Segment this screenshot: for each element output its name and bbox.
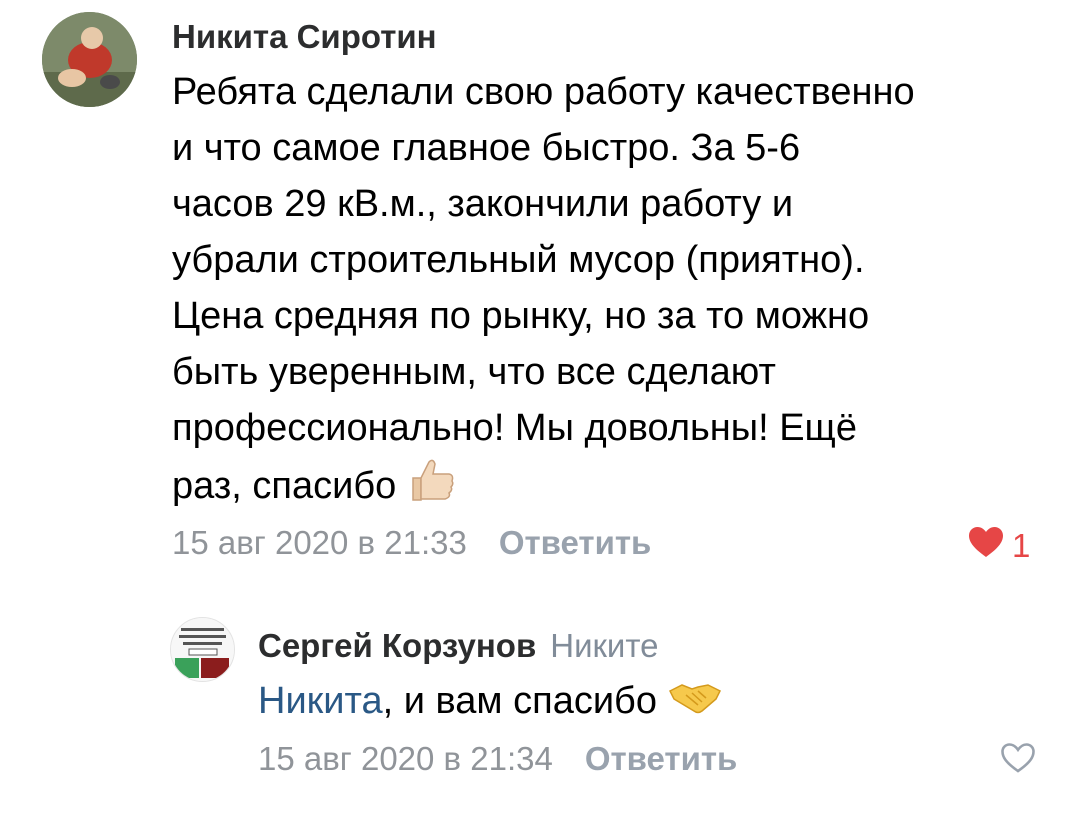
comment-date: 15 авг 2020 в 21:33 xyxy=(172,524,467,561)
comment-author: Сергей Корзунов Никите xyxy=(258,627,658,665)
avatar-image xyxy=(171,618,234,681)
heart-outline-icon xyxy=(1000,742,1036,782)
comment-text-body: , и вам спасибо xyxy=(382,680,657,722)
comment-text-line: часов 29 кВ.м., закончили работу и xyxy=(172,183,794,225)
comment-text-line: раз, спасибо xyxy=(172,465,397,508)
comment-meta: 15 авг 2020 в 21:34 Ответить xyxy=(258,740,737,778)
comment-text-line: профессионально! Мы довольны! Ещё xyxy=(172,407,857,449)
comment-text: Ребята сделали свою работу качественно и… xyxy=(172,64,1052,520)
mention-link[interactable]: Никита xyxy=(258,680,383,722)
comment-author-name[interactable]: Сергей Корзунов xyxy=(258,627,536,664)
avatar-image xyxy=(42,12,137,107)
like-button[interactable]: 1 xyxy=(968,526,1030,566)
comment-text-line: быть уверенным, что все сделают xyxy=(172,351,776,393)
reply-to[interactable]: Никите xyxy=(550,627,658,664)
comment-text: Никита, и вам спасибо xyxy=(258,673,1058,731)
heart-filled-icon xyxy=(968,526,1004,566)
comment-author[interactable]: Никита Сиротин xyxy=(172,18,437,56)
reply-button[interactable]: Ответить xyxy=(585,740,738,777)
avatar[interactable] xyxy=(170,617,235,682)
thumbs-up-icon xyxy=(407,456,457,520)
comment-text-line: Ребята сделали свою работу качественно xyxy=(172,71,915,113)
comment-meta: 15 авг 2020 в 21:33 Ответить xyxy=(172,524,651,562)
like-button[interactable] xyxy=(1000,742,1036,782)
avatar[interactable] xyxy=(42,12,137,107)
comment-text-line: и что самое главное быстро. За 5-6 xyxy=(172,127,801,169)
like-count: 1 xyxy=(1012,527,1031,564)
comment-text-line: убрали строительный мусор (приятно). xyxy=(172,239,865,281)
comment-text-last-line: раз, спасибо xyxy=(172,456,1052,520)
handshake-icon xyxy=(668,675,722,731)
comment-text-line: Цена средняя по рынку, но за то можно xyxy=(172,295,870,337)
comment-date: 15 авг 2020 в 21:34 xyxy=(258,740,553,777)
reply-button[interactable]: Ответить xyxy=(499,524,652,561)
